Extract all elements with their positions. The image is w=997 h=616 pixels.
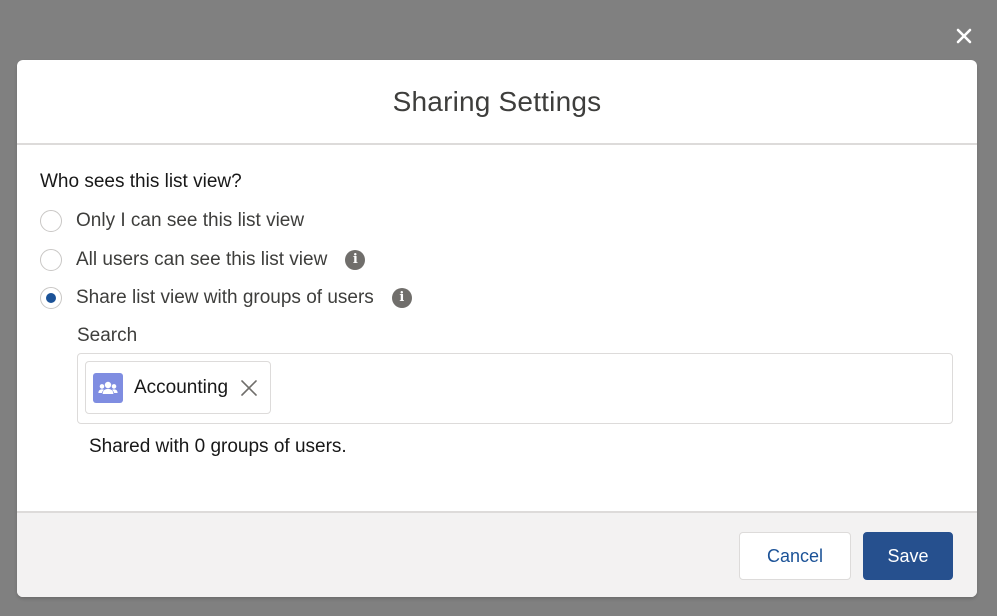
modal-title: Sharing Settings <box>392 85 602 117</box>
search-label: Search <box>77 325 138 346</box>
pill-label: Accounting <box>134 376 229 398</box>
option-share-groups[interactable]: Share list view with groups of users i <box>40 285 412 311</box>
modal-header: Sharing Settings <box>17 60 977 145</box>
radio-share-groups[interactable] <box>40 287 62 309</box>
option-label: All users can see this list view <box>76 249 328 270</box>
info-icon[interactable]: i <box>391 288 412 308</box>
close-modal-icon[interactable] <box>950 22 978 50</box>
shared-count-text: Shared with 0 groups of users. <box>89 436 347 457</box>
info-icon[interactable]: i <box>345 250 366 270</box>
radio-all-users[interactable] <box>40 249 62 271</box>
option-label: Only I can see this list view <box>76 210 305 231</box>
group-search-input[interactable]: Accounting <box>77 353 953 424</box>
visibility-question: Who sees this list view? <box>40 171 242 192</box>
selected-group-pill[interactable]: Accounting <box>85 361 271 414</box>
option-label: Share list view with groups of users <box>76 287 374 308</box>
sharing-settings-modal: Sharing Settings Who sees this list view… <box>17 60 977 597</box>
modal-body: Who sees this list view? Only I can see … <box>17 145 977 511</box>
modal-footer: Cancel Save <box>17 511 977 597</box>
option-all-users[interactable]: All users can see this list view i <box>40 247 366 273</box>
radio-only-me[interactable] <box>40 210 62 232</box>
group-icon <box>93 372 123 403</box>
option-only-me[interactable]: Only I can see this list view <box>40 208 304 234</box>
save-button[interactable]: Save <box>863 532 953 580</box>
cancel-button[interactable]: Cancel <box>739 532 851 580</box>
remove-x-icon[interactable] <box>240 379 258 397</box>
